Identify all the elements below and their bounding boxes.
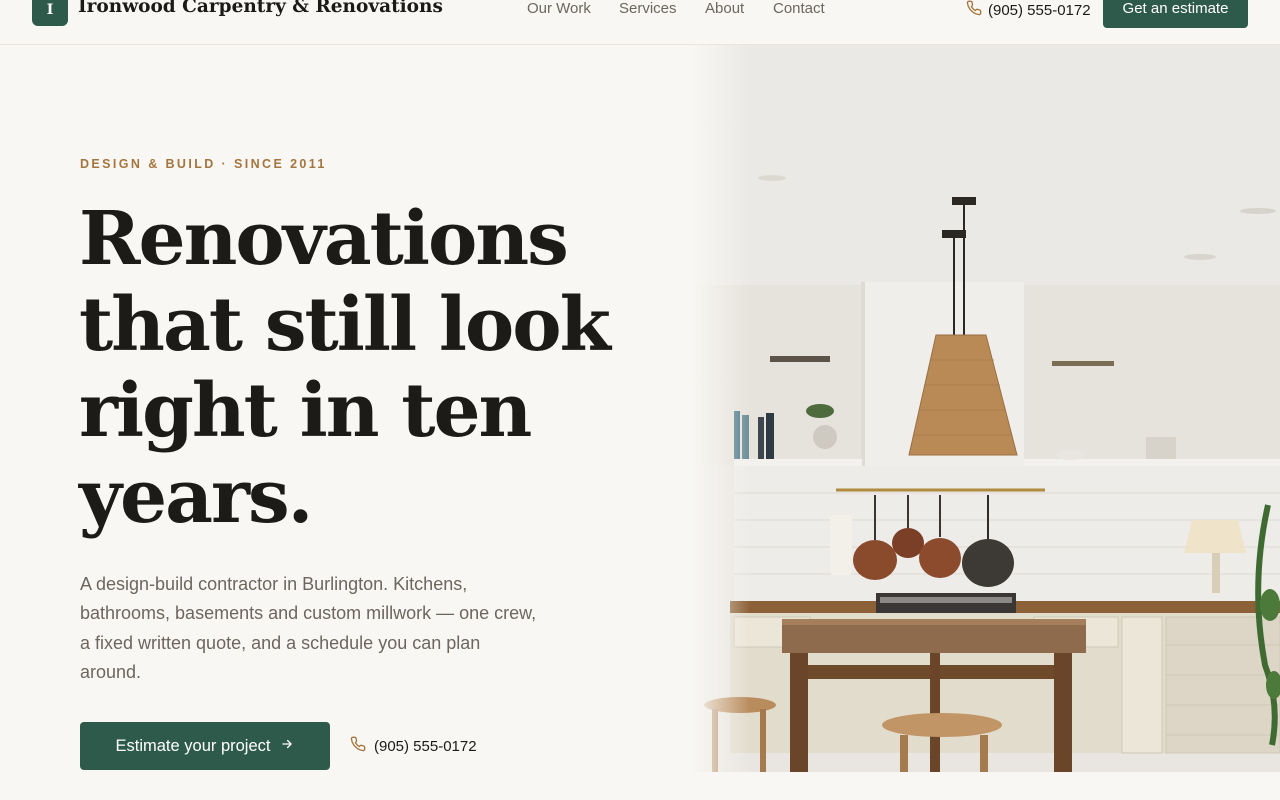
phone-icon [966, 0, 982, 20]
estimate-project-button[interactable]: Estimate your project [80, 722, 330, 770]
kitchen-photo [690, 45, 1280, 772]
header-phone-link[interactable]: (905) 555-0172 [966, 0, 1091, 20]
headline-line: right in ten [79, 368, 532, 454]
hero-phone-link[interactable]: (905) 555-0172 [350, 736, 477, 756]
site-header: I Ironwood Carpentry & Renovations Our W… [0, 0, 1280, 45]
phone-icon [350, 736, 366, 756]
hero-phone-number: (905) 555-0172 [374, 737, 477, 755]
headline-line: Renovations [79, 196, 569, 282]
hero-headline: Renovations that still look right in ten… [79, 196, 679, 540]
headline-line: that still look [79, 282, 611, 368]
nav-about[interactable]: About [705, 0, 744, 17]
get-estimate-button[interactable]: Get an estimate [1103, 0, 1248, 28]
header-phone-number: (905) 555-0172 [988, 1, 1091, 19]
estimate-project-label: Estimate your project [115, 736, 271, 755]
nav-contact[interactable]: Contact [773, 0, 825, 17]
hero-description: A design-build contractor in Burlington.… [80, 574, 537, 682]
arrow-right-icon [280, 737, 294, 755]
headline-line: years. [79, 454, 313, 540]
brand-name[interactable]: Ironwood Carpentry & Renovations [78, 0, 443, 17]
nav-services[interactable]: Services [619, 0, 677, 17]
nav-our-work[interactable]: Our Work [527, 0, 591, 17]
hero-eyebrow: DESIGN & BUILD · SINCE 2011 [80, 157, 327, 171]
logo-mark[interactable]: I [32, 0, 68, 26]
